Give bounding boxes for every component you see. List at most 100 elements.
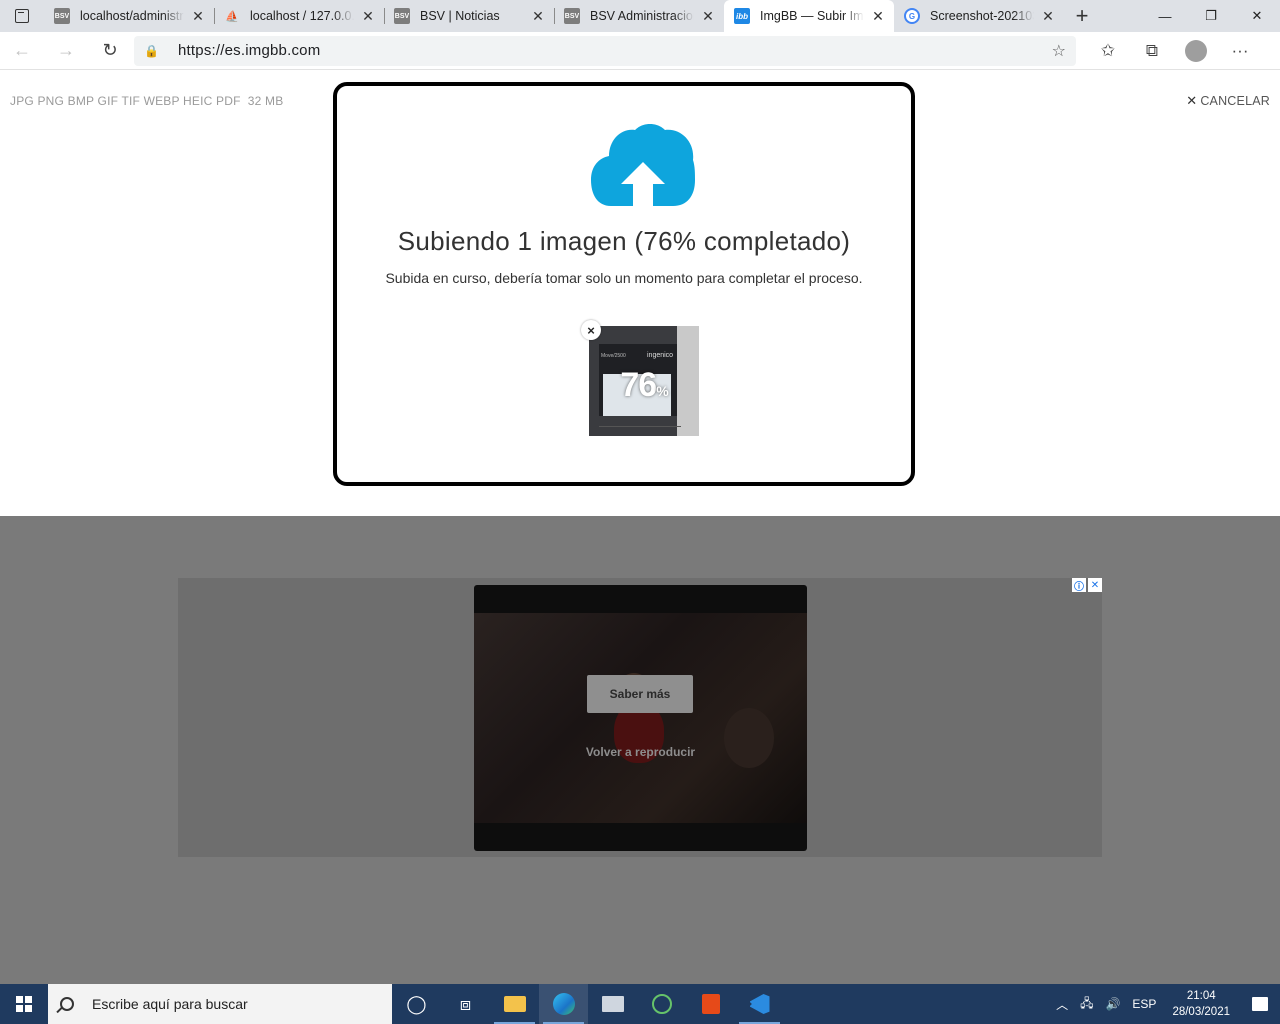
more-options-icon[interactable]: ··· bbox=[1218, 32, 1262, 70]
cancel-label: CANCELAR bbox=[1200, 94, 1270, 108]
cloud-upload-icon bbox=[591, 124, 695, 206]
supported-formats: JPG PNG BMP GIF TIF WEBP HEIC PDF 32 MB bbox=[10, 94, 283, 108]
tab-close-icon[interactable]: ✕ bbox=[1040, 8, 1056, 25]
tab-close-icon[interactable]: ✕ bbox=[870, 8, 886, 25]
edge-icon bbox=[552, 993, 575, 1015]
max-size: 32 MB bbox=[247, 94, 284, 108]
new-tab-button[interactable]: + bbox=[1064, 0, 1100, 32]
back-arrow-icon[interactable]: ← bbox=[0, 32, 44, 70]
thumb-brand: ingenico bbox=[647, 352, 674, 359]
tab-localhost-admin[interactable]: BSV localhost/administra ✕ bbox=[44, 0, 214, 32]
taskbar: Escribe aquí para buscar ◯ ⧈ ︿ 🖧 🔊 ESP 2… bbox=[0, 984, 1280, 1024]
tab-actions-icon bbox=[15, 9, 29, 23]
tab-close-icon[interactable]: ✕ bbox=[190, 8, 206, 25]
window-controls: — ❐ ✕ bbox=[1142, 0, 1280, 32]
browser-toolbar: ✩ ⧉ ··· bbox=[1086, 32, 1262, 70]
address-bar-row: ← → ↻ 🔒 https://es.imgbb.com ☆ ✩ ⧉ ··· bbox=[0, 32, 1280, 70]
search-icon bbox=[60, 997, 74, 1011]
notifications-button[interactable] bbox=[1240, 984, 1280, 1024]
bsv-favicon-icon: BSV bbox=[394, 8, 410, 24]
network-icon[interactable]: 🖧 bbox=[1074, 994, 1099, 1015]
clock-date: 28/03/2021 bbox=[1172, 1006, 1230, 1018]
thumb-progress-value: 76 bbox=[620, 366, 657, 404]
tab-title: localhost/administra bbox=[80, 9, 184, 23]
system-tray: ︿ 🖧 🔊 ESP 21:04 28/03/2021 bbox=[1050, 984, 1280, 1024]
ad-video-scene bbox=[474, 613, 807, 823]
folder-icon bbox=[503, 996, 526, 1012]
upload-progress-panel: Subiendo 1 imagen (76% completado) Subid… bbox=[333, 82, 915, 486]
tab-close-icon[interactable]: ✕ bbox=[700, 8, 716, 25]
cancel-button[interactable]: ✕ CANCELAR bbox=[1186, 93, 1270, 109]
thumb-model: Move/2500 bbox=[601, 353, 626, 359]
tab-bsv-administracion[interactable]: BSV BSV Administracion ✕ bbox=[554, 0, 724, 32]
taskbar-search[interactable]: Escribe aquí para buscar bbox=[48, 984, 392, 1024]
collections-icon[interactable]: ⧉ bbox=[1130, 32, 1174, 70]
clock-time: 21:04 bbox=[1186, 990, 1216, 1002]
close-icon: ✕ bbox=[1186, 93, 1198, 108]
language-indicator[interactable]: ESP bbox=[1126, 997, 1162, 1011]
bsv-favicon-icon: BSV bbox=[564, 8, 580, 24]
volume-icon[interactable]: 🔊 bbox=[1099, 997, 1126, 1011]
tab-bsv-noticias[interactable]: BSV BSV | Noticias ✕ bbox=[384, 0, 554, 32]
upload-subtitle: Subida en curso, debería tomar solo un m… bbox=[385, 270, 863, 286]
phpmyadmin-favicon-icon: ⛵ bbox=[225, 10, 239, 23]
office-logo-icon bbox=[701, 994, 720, 1014]
tab-title: Screenshot-202103 bbox=[930, 9, 1034, 23]
url-text[interactable]: https://es.imgbb.com bbox=[178, 42, 1052, 59]
address-bar[interactable]: 🔒 https://es.imgbb.com ☆ bbox=[134, 35, 1076, 66]
tab-close-icon[interactable]: ✕ bbox=[360, 8, 376, 25]
file-explorer-icon[interactable] bbox=[490, 984, 539, 1024]
restore-icon[interactable]: ❐ bbox=[1188, 0, 1234, 32]
vscode-icon[interactable] bbox=[735, 984, 784, 1024]
mail-icon[interactable] bbox=[588, 984, 637, 1024]
learn-more-button[interactable]: Saber más bbox=[587, 675, 693, 713]
edge-browser-icon[interactable] bbox=[539, 984, 588, 1024]
avatar-icon bbox=[1185, 39, 1207, 62]
tab-title: localhost / 127.0.0.1 bbox=[250, 9, 354, 23]
show-hidden-icons-icon[interactable]: ︿ bbox=[1050, 996, 1074, 1013]
ad-banner: ⓘ ✕ Saber más Volver a reproducir bbox=[178, 578, 1102, 857]
minimize-icon[interactable]: — bbox=[1142, 0, 1188, 32]
ad-video[interactable]: Saber más Volver a reproducir bbox=[474, 585, 807, 851]
favorites-icon[interactable]: ✩ bbox=[1086, 32, 1130, 70]
close-window-icon[interactable]: ✕ bbox=[1234, 0, 1280, 32]
imgbb-favicon-icon: ibb bbox=[734, 8, 750, 24]
format-list: JPG PNG BMP GIF TIF WEBP HEIC PDF bbox=[10, 94, 241, 108]
tab-title: ImgBB — Subir Imá bbox=[760, 9, 864, 23]
lock-icon[interactable]: 🔒 bbox=[144, 44, 162, 58]
task-view-icon[interactable]: ⧈ bbox=[441, 984, 490, 1024]
start-button[interactable] bbox=[0, 984, 48, 1024]
thumb-progress-sign: % bbox=[656, 383, 668, 399]
tab-screenshot[interactable]: G Screenshot-202103 ✕ bbox=[894, 0, 1064, 32]
windows-logo-icon bbox=[16, 996, 32, 1012]
bsv-favicon-icon: BSV bbox=[54, 8, 70, 24]
replay-link[interactable]: Volver a reproducir bbox=[474, 745, 807, 759]
tab-imgbb[interactable]: ibb ImgBB — Subir Imá ✕ bbox=[724, 0, 894, 32]
atom-logo-icon bbox=[651, 994, 672, 1014]
atom-icon[interactable] bbox=[637, 984, 686, 1024]
office-icon[interactable] bbox=[686, 984, 735, 1024]
refresh-icon[interactable]: ↻ bbox=[88, 32, 132, 70]
tab-close-icon[interactable]: ✕ bbox=[530, 8, 546, 25]
upload-area: JPG PNG BMP GIF TIF WEBP HEIC PDF 32 MB … bbox=[0, 71, 1280, 516]
envelope-icon bbox=[601, 996, 624, 1012]
tab-title: BSV | Noticias bbox=[420, 9, 500, 23]
ad-close-icon[interactable]: ✕ bbox=[1088, 578, 1102, 592]
forward-arrow-icon[interactable]: → bbox=[44, 32, 88, 70]
add-favorite-icon[interactable]: ☆ bbox=[1052, 41, 1066, 61]
cortana-icon[interactable]: ◯ bbox=[392, 984, 441, 1024]
ad-controls: ⓘ ✕ bbox=[1072, 578, 1102, 593]
thumb-keys bbox=[599, 426, 681, 432]
tab-strip: BSV localhost/administra ✕ ⛵ localhost /… bbox=[0, 0, 1280, 32]
vscode-logo-icon bbox=[749, 994, 770, 1014]
profile-avatar[interactable] bbox=[1174, 32, 1218, 70]
page-content: JPG PNG BMP GIF TIF WEBP HEIC PDF 32 MB … bbox=[0, 71, 1280, 984]
tab-phpmyadmin[interactable]: ⛵ localhost / 127.0.0.1 ✕ bbox=[214, 0, 384, 32]
tab-title: BSV Administracion bbox=[590, 9, 694, 23]
upload-title: Subiendo 1 imagen (76% completado) bbox=[397, 226, 851, 256]
ad-info-icon[interactable]: ⓘ bbox=[1072, 578, 1086, 593]
google-favicon-icon: G bbox=[904, 8, 920, 24]
remove-image-button[interactable]: × bbox=[581, 320, 601, 340]
tab-actions-button[interactable] bbox=[0, 0, 44, 32]
clock[interactable]: 21:04 28/03/2021 bbox=[1162, 988, 1240, 1020]
